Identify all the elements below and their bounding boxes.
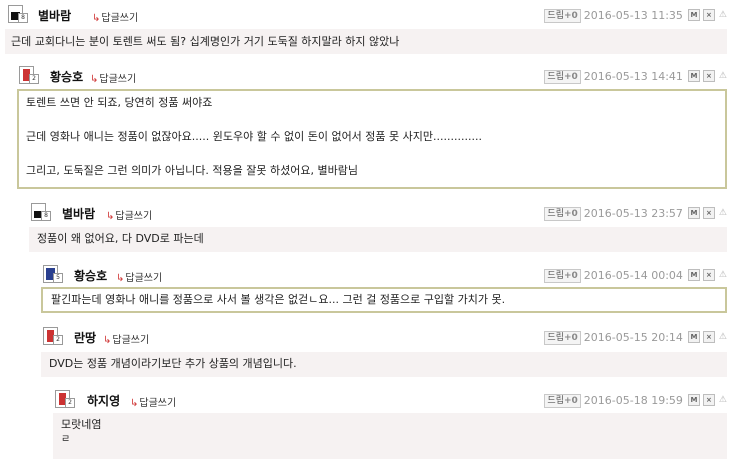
comment-body: 토렌트 쓰면 안 되죠, 당연히 정품 써야죠 근데 영화나 애니는 정품이 없… <box>17 89 727 189</box>
avatar[interactable]: 8 <box>8 5 28 23</box>
comment-date: 2016-05-13 11:35 <box>583 9 683 22</box>
report-icon[interactable]: ⚠ <box>719 394 727 407</box>
comment-meta: 드립+0 2016-05-14 00:04 M × ⚠ <box>544 269 727 283</box>
avatar[interactable]: 2 <box>55 390 75 408</box>
report-icon[interactable]: ⚠ <box>719 331 727 344</box>
delete-icon[interactable]: × <box>702 394 715 406</box>
report-icon[interactable]: ⚠ <box>719 70 727 83</box>
comment-meta: 드립+0 2016-05-18 19:59 M × ⚠ <box>544 394 727 408</box>
message-icon[interactable]: M <box>687 9 700 21</box>
author-name[interactable]: 황승호 <box>74 267 107 284</box>
author-name[interactable]: 란땅 <box>74 329 96 346</box>
comment-header: 8 별바람 ↳답글쓰기 드립+0 2016-05-13 23:57 M × ⚠ <box>29 203 727 225</box>
level-badge: 5 <box>53 273 63 283</box>
report-icon[interactable]: ⚠ <box>719 9 727 22</box>
author-name[interactable]: 하지영 <box>87 392 120 409</box>
avatar[interactable]: 2 <box>19 66 39 84</box>
level-badge: 2 <box>29 74 39 84</box>
reply-link[interactable]: ↳답글쓰기 <box>90 70 136 85</box>
recommend-button[interactable]: 드립+0 <box>544 70 581 84</box>
comment-text: 팔긴파는데 영화나 애니를 정품으로 사서 볼 생각은 없걷ㄴ요... 그런 걸… <box>51 293 506 306</box>
comment-body: DVD는 정품 개념이라기보단 추가 상품의 개념입니다. <box>41 352 727 377</box>
author-name[interactable]: 별바람 <box>62 205 95 222</box>
comment-text: 근데 교회다니는 분이 토렌트 써도 됨? 십계명인가 거기 도둑질 하지말라 … <box>11 35 400 48</box>
reply-link[interactable]: ↳답글쓰기 <box>116 269 162 284</box>
reply-link[interactable]: ↳답글쓰기 <box>106 207 152 222</box>
comment-text: ㄹ <box>61 434 71 445</box>
comment-text: DVD는 정품 개념이라기보단 추가 상품의 개념입니다. <box>49 357 297 370</box>
reply-arrow-icon: ↳ <box>103 335 112 346</box>
comment-text: 정품이 왜 없어요, 다 DVD로 파는데 <box>37 232 204 245</box>
comment-body: 팔긴파는데 영화나 애니를 정품으로 사서 볼 생각은 없걷ㄴ요... 그런 걸… <box>41 287 727 313</box>
comment-date: 2016-05-13 14:41 <box>583 70 683 83</box>
author-name[interactable]: 별바람 <box>38 7 71 24</box>
level-badge: 2 <box>53 335 63 345</box>
report-icon[interactable]: ⚠ <box>719 269 727 282</box>
comment-header: 5 황승호 ↳답글쓰기 드립+0 2016-05-14 00:04 M × ⚠ <box>41 265 727 287</box>
delete-icon[interactable]: × <box>702 207 715 219</box>
recommend-button[interactable]: 드립+0 <box>544 207 581 221</box>
comment-date: 2016-05-14 00:04 <box>583 269 683 282</box>
comment-meta: 드립+0 2016-05-13 11:35 M × ⚠ <box>544 9 727 23</box>
comment-text: 모랏네염 <box>61 418 102 431</box>
comment-header: 8 별바람 ↳답글쓰기 드립+0 2016-05-13 11:35 M × ⚠ <box>5 5 727 27</box>
reply-link[interactable]: ↳답글쓰기 <box>130 394 176 409</box>
reply-arrow-icon: ↳ <box>106 211 115 222</box>
avatar[interactable]: 5 <box>43 265 63 283</box>
comment-meta: 드립+0 2016-05-15 20:14 M × ⚠ <box>544 331 727 345</box>
recommend-button[interactable]: 드립+0 <box>544 331 581 345</box>
reply-link[interactable]: ↳답글쓰기 <box>92 9 138 24</box>
recommend-button[interactable]: 드립+0 <box>544 269 581 283</box>
comment-date: 2016-05-13 23:57 <box>583 207 683 220</box>
report-icon[interactable]: ⚠ <box>719 207 727 220</box>
comment-text: 그리고, 도둑질은 그런 의미가 아닙니다. 적용을 잘못 하셨어요, 별바람님 <box>26 164 358 177</box>
level-badge: 2 <box>65 398 75 408</box>
message-icon[interactable]: M <box>687 394 700 406</box>
comment-body: 모랏네염 ㄹ <box>53 413 727 459</box>
reply-arrow-icon: ↳ <box>116 273 125 284</box>
message-icon[interactable]: M <box>687 269 700 281</box>
reply-arrow-icon: ↳ <box>90 74 99 85</box>
author-name[interactable]: 황승호 <box>50 68 83 85</box>
comment-meta: 드립+0 2016-05-13 14:41 M × ⚠ <box>544 70 727 84</box>
comment-meta: 드립+0 2016-05-13 23:57 M × ⚠ <box>544 207 727 221</box>
avatar[interactable]: 2 <box>43 327 63 345</box>
level-badge: 8 <box>18 13 28 23</box>
reply-arrow-icon: ↳ <box>92 13 101 24</box>
comment-date: 2016-05-18 19:59 <box>583 394 683 407</box>
comment-header: 2 황승호 ↳답글쓰기 드립+0 2016-05-13 14:41 M × ⚠ <box>17 66 727 88</box>
message-icon[interactable]: M <box>687 207 700 219</box>
recommend-button[interactable]: 드립+0 <box>544 9 581 23</box>
delete-icon[interactable]: × <box>702 269 715 281</box>
delete-icon[interactable]: × <box>702 9 715 21</box>
comment-body: 정품이 왜 없어요, 다 DVD로 파는데 <box>29 227 727 252</box>
delete-icon[interactable]: × <box>702 331 715 343</box>
comment-text: 토렌트 쓰면 안 되죠, 당연히 정품 써야죠 <box>26 96 213 109</box>
level-badge: 8 <box>41 211 51 221</box>
message-icon[interactable]: M <box>687 70 700 82</box>
comment-text: 근데 영화나 애니는 정품이 없잖아요..... 윈도우야 할 수 없이 돈이 … <box>26 130 482 143</box>
avatar[interactable]: 8 <box>31 203 51 221</box>
recommend-button[interactable]: 드립+0 <box>544 394 581 408</box>
comment-date: 2016-05-15 20:14 <box>583 331 683 344</box>
delete-icon[interactable]: × <box>702 70 715 82</box>
reply-link[interactable]: ↳답글쓰기 <box>103 331 149 346</box>
comment-header: 2 란땅 ↳답글쓰기 드립+0 2016-05-15 20:14 M × ⚠ <box>41 327 727 349</box>
comment-header: 2 하지영 ↳답글쓰기 드립+0 2016-05-18 19:59 M × ⚠ <box>53 390 727 412</box>
message-icon[interactable]: M <box>687 331 700 343</box>
comment-body: 근데 교회다니는 분이 토렌트 써도 됨? 십계명인가 거기 도둑질 하지말라 … <box>5 29 727 54</box>
reply-arrow-icon: ↳ <box>130 398 139 409</box>
